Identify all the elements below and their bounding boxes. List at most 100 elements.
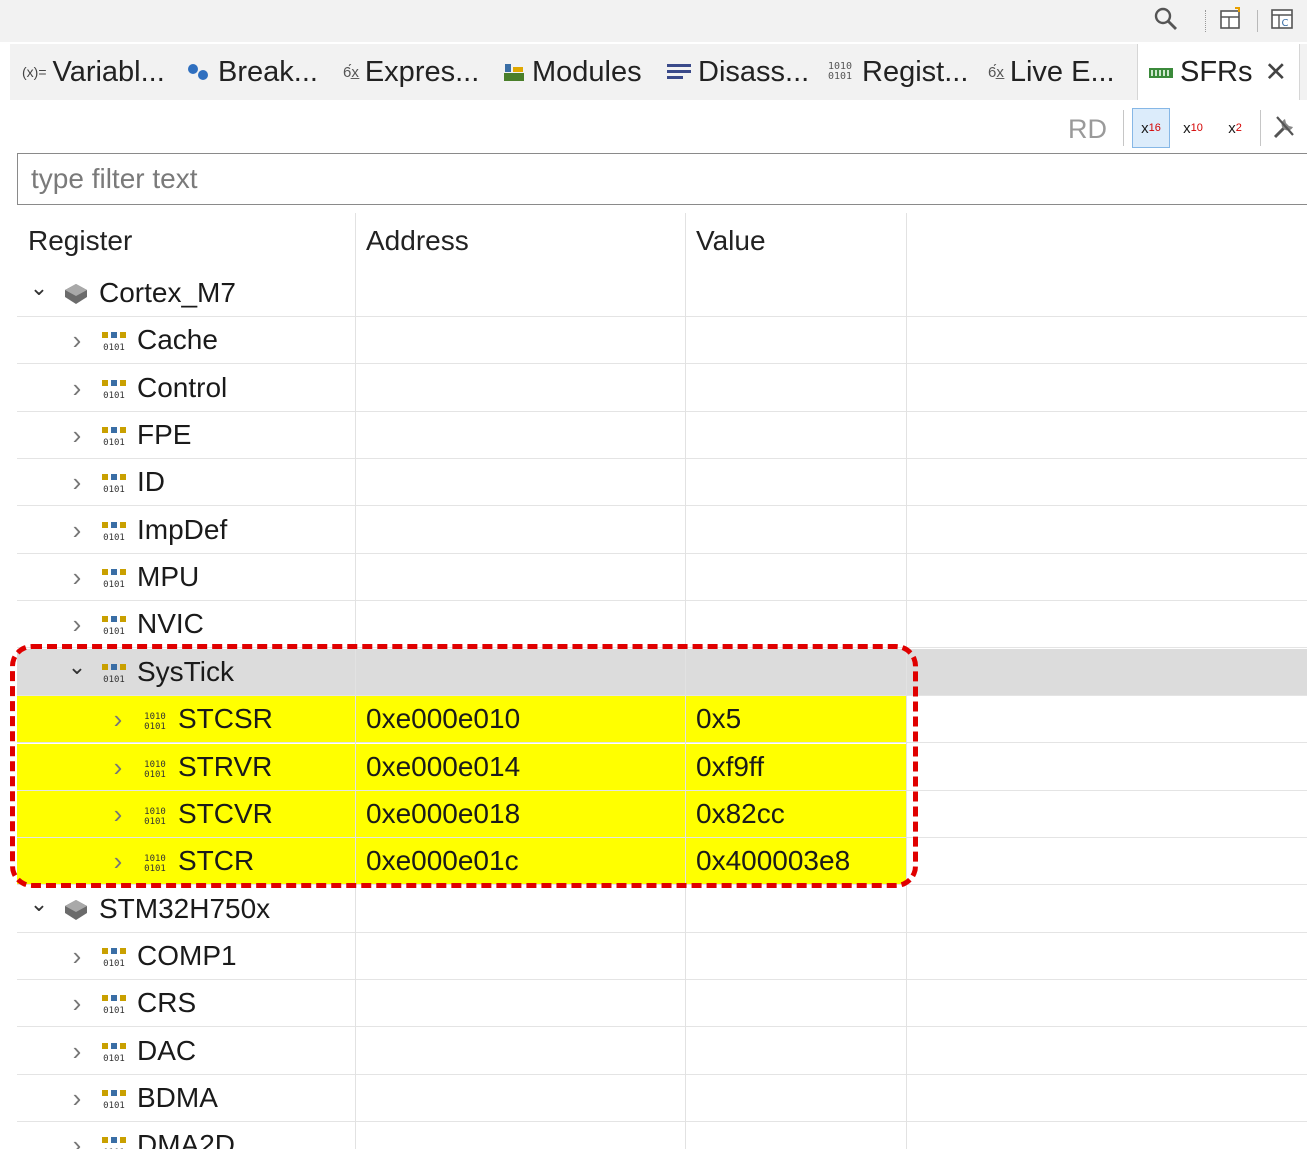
register-address: 0xe000e018 — [366, 797, 521, 829]
register-group-icon: 0101 — [102, 332, 126, 351]
tab-label: Modules — [532, 55, 642, 88]
register-value[interactable]: 0x5 — [696, 696, 741, 742]
register-value[interactable]: 0xf9ff — [696, 744, 764, 790]
tab-modules[interactable]: Modules — [502, 44, 642, 100]
chevron-right-icon[interactable]: › — [67, 1028, 87, 1074]
svg-text:1010: 1010 — [144, 854, 166, 864]
register-value[interactable]: 0x82cc — [696, 791, 785, 837]
decimal-radix-button[interactable]: x 10 — [1174, 108, 1212, 148]
table-row[interactable]: ⌄ 0101 SysTick — [17, 648, 1307, 696]
chevron-right-icon[interactable]: › — [67, 365, 87, 411]
table-row[interactable]: › 0101 DMA2D — [17, 1122, 1307, 1149]
register-name: STCVR — [178, 797, 273, 829]
register-icon: 10100101 — [144, 854, 166, 872]
chevron-right-icon[interactable]: › — [67, 601, 87, 647]
tab-live-expressions[interactable]: 6́x̲ Live E... — [988, 44, 1115, 100]
search-icon[interactable] — [1153, 6, 1179, 32]
table-row[interactable]: › 0101 ImpDef — [17, 507, 1307, 554]
table-row[interactable]: › 0101 NVIC — [17, 601, 1307, 649]
tab-registers[interactable]: 1010 0101 Regist... — [828, 44, 968, 100]
chevron-right-icon[interactable]: › — [108, 696, 128, 742]
tab-label: Disass... — [698, 55, 810, 88]
chevron-down-icon[interactable]: ⌄ — [67, 649, 87, 695]
column-divider — [685, 213, 686, 1149]
register-name: FPE — [137, 419, 192, 451]
chevron-right-icon[interactable]: › — [67, 933, 87, 979]
chevron-right-icon[interactable]: › — [67, 317, 87, 363]
tab-expressions[interactable]: 6́x̲ Expres... — [343, 44, 479, 100]
table-row[interactable]: › 0101 COMP1 — [17, 933, 1307, 980]
register-group-icon: 0101 — [102, 995, 126, 1014]
register-group-icon: 0101 — [102, 427, 126, 446]
table-row[interactable]: › 1010 0101 STCR 0xe000e01c 0x400003e8 — [17, 838, 1307, 886]
rd-button[interactable]: RD — [1068, 114, 1107, 145]
radix-sub: 2 — [1235, 122, 1242, 134]
modules-icon — [504, 64, 524, 81]
table-row[interactable]: › 0101 FPE — [17, 412, 1307, 460]
chevron-right-icon[interactable]: › — [67, 1122, 87, 1149]
register-name: Control — [137, 371, 228, 403]
column-header-value[interactable]: Value — [696, 225, 766, 257]
table-row[interactable]: › 0101 DAC — [17, 1028, 1307, 1075]
svg-text:0101: 0101 — [103, 533, 125, 541]
filter-input[interactable] — [18, 154, 1307, 204]
table-row[interactable]: › 0101 CRS — [17, 980, 1307, 1028]
chevron-right-icon[interactable]: › — [108, 744, 128, 790]
chevron-right-icon[interactable]: › — [67, 1075, 87, 1121]
table-row[interactable]: ⌄ Cortex_M7 — [17, 270, 1307, 317]
register-name: DAC — [137, 1034, 197, 1066]
register-group-icon: 0101 — [102, 616, 126, 635]
open-perspective-icon[interactable] — [1218, 6, 1244, 32]
chevron-right-icon[interactable]: › — [67, 459, 87, 505]
tab-label: Live E... — [1009, 55, 1115, 88]
table-row[interactable]: › 1010 0101 STRVR 0xe000e014 0xf9ff — [17, 743, 1307, 791]
binary-radix-button[interactable]: x2 — [1216, 108, 1254, 148]
chevron-down-icon[interactable]: ⌄ — [29, 270, 49, 316]
expressions-icon: 6́x̲ — [343, 63, 359, 81]
chevron-right-icon[interactable]: › — [108, 838, 128, 884]
register-name: STCR — [178, 845, 255, 877]
table-row[interactable]: › 1010 0101 STCSR 0xe000e010 0x5 — [17, 696, 1307, 744]
configure-tools-icon[interactable] — [1271, 113, 1299, 141]
chevron-right-icon[interactable]: › — [67, 554, 87, 600]
chevron-right-icon[interactable]: › — [67, 507, 87, 553]
chevron-right-icon[interactable]: › — [108, 791, 128, 837]
tab-sfrs[interactable]: SFRs ✕ — [1137, 44, 1301, 101]
table-row[interactable]: ⌄ STM32H750x — [17, 886, 1307, 933]
breakpoints-icon — [188, 64, 208, 80]
table-row[interactable]: › 0101 Cache — [17, 317, 1307, 365]
register-address: 0xe000e010 — [366, 703, 521, 735]
table-row[interactable]: › 0101 MPU — [17, 554, 1307, 602]
chevron-right-icon[interactable]: › — [67, 412, 87, 458]
table-header: Register Address Value — [17, 213, 1307, 270]
registers-icon: 1010 0101 — [828, 61, 853, 82]
svg-text:1010: 1010 — [144, 760, 166, 770]
top-strip-bar — [0, 0, 1307, 42]
register-name: STRVR — [178, 750, 273, 782]
close-icon[interactable]: ✕ — [1265, 57, 1288, 88]
tab-label: SFRs — [1180, 56, 1253, 88]
radix-sub: 10 — [1190, 122, 1203, 134]
hex-radix-button[interactable]: x 16 — [1132, 108, 1170, 148]
tab-breakpoints[interactable]: Break... — [186, 44, 318, 100]
chevron-right-icon[interactable]: › — [67, 980, 87, 1026]
register-value[interactable]: 0x400003e8 — [696, 838, 850, 884]
register-icon: 10100101 — [144, 807, 166, 825]
register-name: STM32H750x — [99, 892, 271, 924]
column-header-register[interactable]: Register — [28, 225, 132, 257]
tab-disassembly[interactable]: Disass... — [666, 44, 809, 100]
table-row[interactable]: › 0101 ID — [17, 459, 1307, 507]
c-perspective-icon[interactable]: C — [1269, 6, 1295, 32]
svg-text:0101: 0101 — [103, 627, 125, 635]
svg-text:0101: 0101 — [103, 343, 125, 351]
register-name: BDMA — [137, 1081, 218, 1113]
table-row[interactable]: › 1010 0101 STCVR 0xe000e018 0x82cc — [17, 790, 1307, 838]
column-header-address[interactable]: Address — [366, 225, 469, 257]
table-row[interactable]: › 0101 BDMA — [17, 1075, 1307, 1122]
chevron-down-icon[interactable]: ⌄ — [29, 886, 49, 932]
view-toolbar: RD x 16 x 10 x2 — [10, 100, 1307, 154]
tab-variables[interactable]: (x)= Variabl... — [22, 44, 165, 100]
top-strip: C — [0, 0, 1307, 44]
table-row[interactable]: › 0101 Control — [17, 365, 1307, 412]
radix-label: x — [1183, 119, 1191, 137]
